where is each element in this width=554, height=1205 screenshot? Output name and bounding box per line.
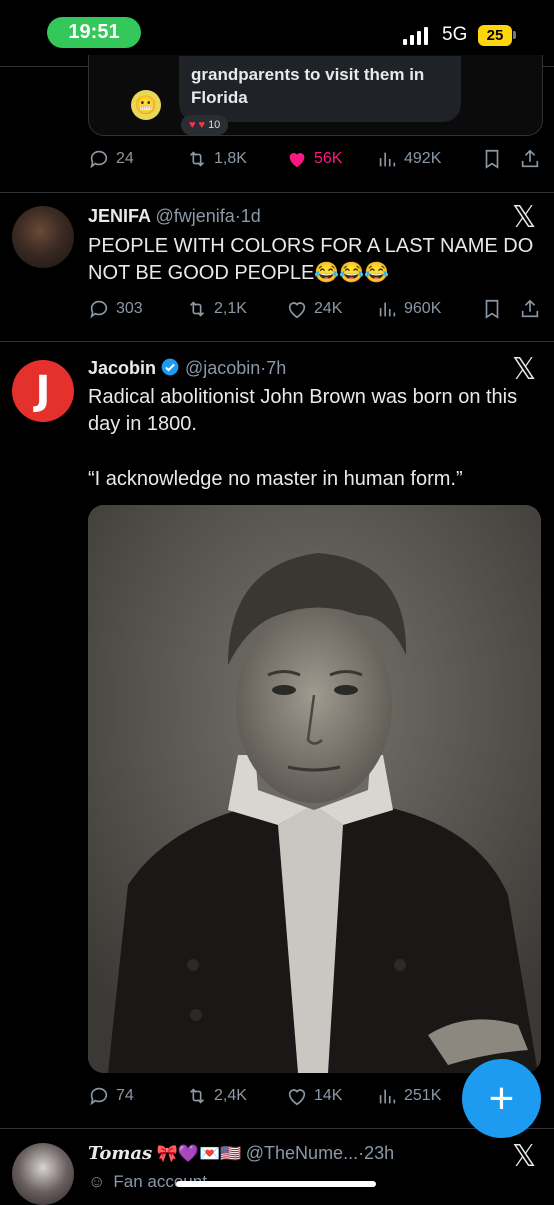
tweet-header: Tomas 🎀💜💌🇺🇸 @TheNume...·23h [88,1143,394,1164]
avatar[interactable] [12,206,74,268]
views-icon [379,1089,396,1104]
bookmark-button[interactable] [481,148,519,170]
quoted-line-1: grandparents to visit them in [191,65,425,84]
bookmark-icon [485,149,499,169]
tweet-quote-text: “I acknowledge no master in human form.” [88,468,463,490]
retweet-count: 1,8K [214,150,247,167]
tweet-text: PEOPLE WITH COLORS FOR A LAST NAME DO NO… [88,235,534,284]
retweet-button[interactable]: 2,1K [186,298,286,320]
views-count: 960K [404,300,442,317]
timestamp[interactable]: 7h [266,358,286,378]
divider [0,192,554,193]
divider [0,1128,554,1129]
share-button[interactable] [519,148,541,170]
retweet-icon [189,151,205,167]
compose-icon: + [488,1073,515,1123]
retweet-button[interactable]: 1,8K [186,148,286,170]
quoted-line-2: Florida [191,88,248,107]
timestamp[interactable]: 1d [241,206,261,226]
reaction-count: 10 [208,119,221,131]
reply-icon [90,1087,108,1106]
emoji-avatar-icon: 😬 [131,90,161,120]
like-count: 24K [314,300,343,317]
views-button[interactable]: 960K [376,298,481,320]
x-logo-icon[interactable]: 𝕏 [512,1139,536,1174]
like-count: 56K [314,150,343,167]
like-icon [288,302,306,319]
handle[interactable]: @fwjenifa [155,206,234,226]
avatar[interactable] [12,1143,74,1205]
views-icon [379,302,396,317]
like-count: 14K [314,1087,343,1104]
x-logo-icon[interactable]: 𝕏 [512,200,536,235]
tweet-actions: 303 2,1K 24K 960K [88,296,542,322]
retweet-count: 2,4K [214,1087,247,1104]
retweet-icon [189,301,205,317]
retweet-icon [189,1088,205,1104]
tweet-text: Radical abolitionist John Brown was born… [88,386,518,435]
smiley-icon: ☺ [88,1172,106,1191]
heart-icon: ♥ [189,119,196,131]
verified-icon [162,358,179,376]
tweet-actions: 24 1,8K 56K 492K [88,146,542,172]
views-button[interactable]: 492K [376,148,481,170]
reply-button[interactable]: 24 [88,148,186,170]
compose-button[interactable]: + [462,1059,541,1138]
retweet-button[interactable]: 2,4K [186,1085,286,1107]
like-button[interactable]: 14K [286,1085,376,1107]
quoted-message-text: grandparents to visit them in Florida [191,63,424,109]
tweet-header: Jacobin @jacobin·7h [88,357,286,379]
like-button[interactable]: 24K [286,298,376,320]
reply-icon [90,300,108,319]
reply-count: 24 [116,150,134,167]
reply-button[interactable]: 303 [88,298,186,320]
reply-count: 74 [116,1087,134,1104]
like-button[interactable]: 56K [286,148,376,170]
x-logo-icon[interactable]: 𝕏 [512,352,536,387]
share-icon [521,299,539,318]
heart-broken-icon: ♥ [198,119,206,131]
battery-tip [513,31,516,39]
bookmark-button[interactable] [481,298,519,320]
reply-icon [90,150,108,169]
jacobin-logo-avatar[interactable]: J [12,360,74,422]
reply-button[interactable]: 74 [88,1085,186,1107]
signal-icon [403,27,428,45]
status-time: 19:51 [47,17,141,48]
message-reactions: ♥ ♥ 10 [181,115,229,135]
views-count: 251K [404,1087,442,1104]
bookmark-icon [485,299,499,319]
home-indicator[interactable] [176,1181,376,1187]
display-name[interactable]: Tomas [88,1143,152,1164]
portrait-image [88,505,541,1073]
display-name[interactable]: JENIFA [88,206,151,226]
network-label: 5G [442,24,468,45]
handle[interactable]: @jacobin [185,358,260,378]
tweet-header: JENIFA @fwjenifa·1d [88,206,261,227]
retweet-count: 2,1K [214,300,247,317]
handle[interactable]: @TheNume... [246,1143,358,1163]
views-count: 492K [404,150,442,167]
share-icon [521,149,539,168]
timestamp[interactable]: 23h [364,1143,394,1163]
share-button[interactable] [519,298,541,320]
name-emojis: 🎀💜💌🇺🇸 [156,1144,242,1163]
display-name[interactable]: Jacobin [88,358,156,378]
like-icon [288,1089,306,1106]
battery-indicator: 25 [478,25,512,46]
tweet-photo[interactable] [88,505,541,1073]
reply-count: 303 [116,300,143,317]
divider [0,341,554,342]
like-icon [289,153,305,168]
views-icon [379,152,396,167]
